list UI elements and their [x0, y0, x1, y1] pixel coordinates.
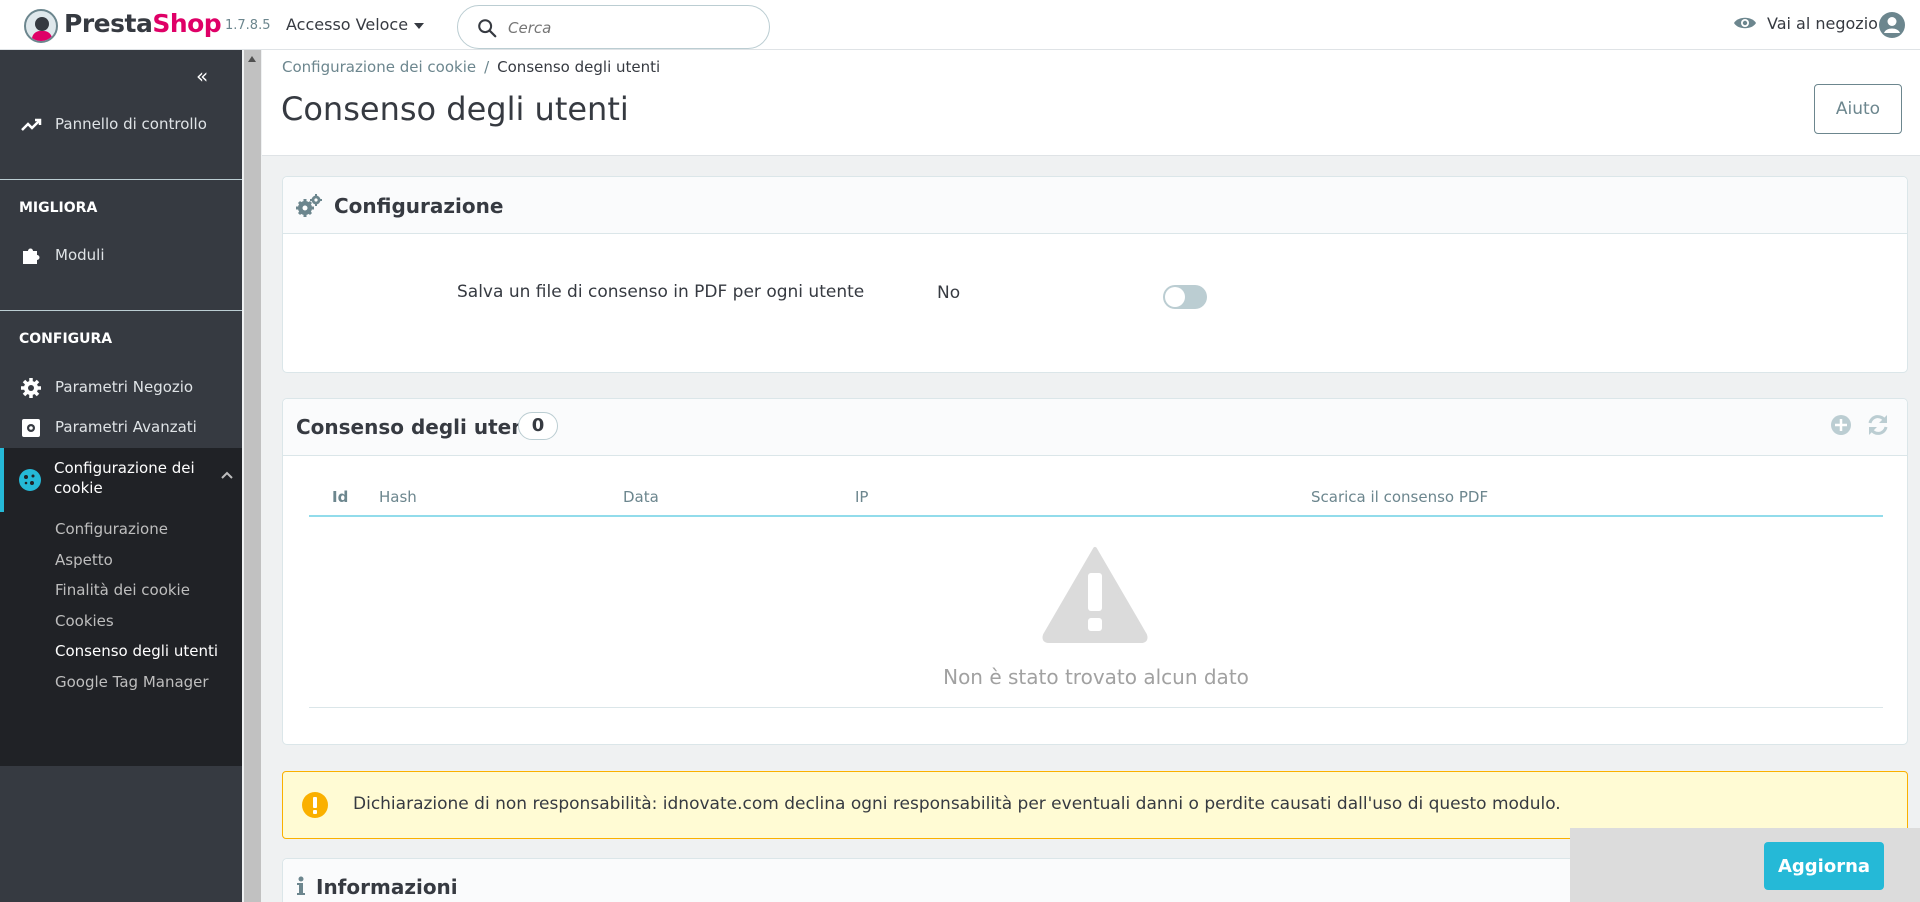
- cogs-icon: [296, 194, 322, 217]
- search-box[interactable]: [457, 5, 770, 49]
- column-header-hash[interactable]: Hash: [379, 488, 417, 506]
- page-header: Configurazione dei cookie / Consenso degli…: [262, 50, 1920, 156]
- brand-name[interactable]: PrestaShop: [64, 9, 222, 38]
- floating-action-bar: Aggiorna: [1570, 828, 1920, 902]
- column-header-date[interactable]: Data: [623, 488, 659, 506]
- collapse-sidebar-icon[interactable]: «: [196, 64, 208, 88]
- section-configure: CONFIGURA: [19, 331, 113, 347]
- top-header: PrestaShop 1.7.8.5 Accesso Veloce Vai al…: [0, 0, 1920, 50]
- toggle-state-label: No: [937, 283, 961, 303]
- chevron-up-icon: [221, 471, 233, 479]
- sidebar-divider: [0, 310, 242, 311]
- sidebar-item-advanced-params[interactable]: Parametri Avanzati: [0, 407, 242, 447]
- search-icon: [478, 19, 497, 38]
- information-title: Informazioni: [316, 875, 458, 899]
- list-title: Consenso degli utenti: [296, 415, 542, 439]
- table-bottom-divider: [309, 707, 1883, 708]
- submenu-cookie-purposes[interactable]: Finalità dei cookie: [55, 581, 190, 599]
- column-header-ip[interactable]: IP: [855, 488, 868, 506]
- sidebar-divider: [0, 179, 242, 180]
- section-improve: MIGLIORA: [19, 200, 98, 216]
- sidebar: « Pannello di controllo MIGLIORA Moduli …: [0, 50, 242, 902]
- search-input[interactable]: [508, 16, 748, 40]
- submenu-cookies[interactable]: Cookies: [55, 612, 114, 630]
- sidebar-item-cookie-config[interactable]: Configurazione dei cookie: [0, 448, 242, 512]
- configuration-panel: Configurazione Salva un file di consenso…: [282, 176, 1908, 373]
- help-button[interactable]: Aiuto: [1814, 84, 1902, 134]
- exclamation-circle-icon: [302, 792, 328, 818]
- user-consent-list-panel: Consenso degli utenti 0 Id Hash Data IP …: [282, 398, 1908, 745]
- warning-icon: [1042, 547, 1148, 643]
- submenu-appearance[interactable]: Aspetto: [55, 551, 113, 569]
- update-button[interactable]: Aggiorna: [1764, 842, 1884, 890]
- trending-up-icon: [21, 118, 42, 131]
- submenu-user-consent[interactable]: Consenso degli utenti: [55, 642, 218, 660]
- page-title: Consenso degli utenti: [281, 90, 629, 128]
- column-header-download-pdf[interactable]: Scarica il consenso PDF: [1311, 488, 1488, 506]
- puzzle-icon: [23, 248, 40, 264]
- add-new-icon[interactable]: [1830, 414, 1852, 436]
- record-count-badge: 0: [518, 412, 558, 440]
- sidebar-item-modules[interactable]: Moduli: [0, 235, 242, 275]
- settings-box-icon: [22, 419, 40, 437]
- pdf-consent-label: Salva un file di consenso in PDF per ogn…: [457, 282, 865, 302]
- breadcrumb-parent[interactable]: Configurazione dei cookie: [282, 58, 476, 76]
- info-icon: [297, 876, 305, 895]
- pdf-consent-toggle[interactable]: [1163, 285, 1207, 309]
- cookie-icon: [19, 469, 41, 491]
- prestashop-logo[interactable]: [24, 9, 58, 43]
- breadcrumb-current: Consenso degli utenti: [497, 58, 661, 76]
- version-label: 1.7.8.5: [225, 18, 271, 33]
- quick-access-dropdown[interactable]: Accesso Veloce: [286, 15, 425, 34]
- scrollbar[interactable]: [244, 50, 261, 902]
- breadcrumb: Configurazione dei cookie / Consenso degli…: [282, 58, 661, 76]
- eye-icon[interactable]: [1733, 14, 1757, 32]
- caret-down-icon: [414, 22, 425, 29]
- panel-title: Configurazione: [334, 194, 504, 218]
- submenu-google-tag-manager[interactable]: Google Tag Manager: [55, 673, 209, 691]
- sidebar-item-dashboard[interactable]: Pannello di controllo: [0, 104, 242, 144]
- empty-state-message: Non è stato trovato alcun dato: [943, 665, 1249, 689]
- table-header-divider: [309, 515, 1883, 517]
- view-shop-link[interactable]: Vai al negozio: [1767, 14, 1878, 33]
- column-header-id[interactable]: Id: [332, 488, 348, 506]
- refresh-icon[interactable]: [1866, 413, 1890, 437]
- panel-heading: Consenso degli utenti 0: [283, 399, 1907, 456]
- scroll-up-arrow-icon[interactable]: [248, 56, 256, 62]
- gear-icon: [21, 378, 41, 398]
- disclaimer-text: Dichiarazione di non responsabilità: idn…: [353, 794, 1561, 814]
- submenu-configuration[interactable]: Configurazione: [55, 520, 168, 538]
- sidebar-item-shop-params[interactable]: Parametri Negozio: [0, 367, 242, 407]
- panel-heading: Configurazione: [283, 177, 1907, 234]
- cookie-submenu: Configurazione Aspetto Finalità dei cook…: [0, 512, 242, 766]
- user-account-icon[interactable]: [1878, 11, 1906, 39]
